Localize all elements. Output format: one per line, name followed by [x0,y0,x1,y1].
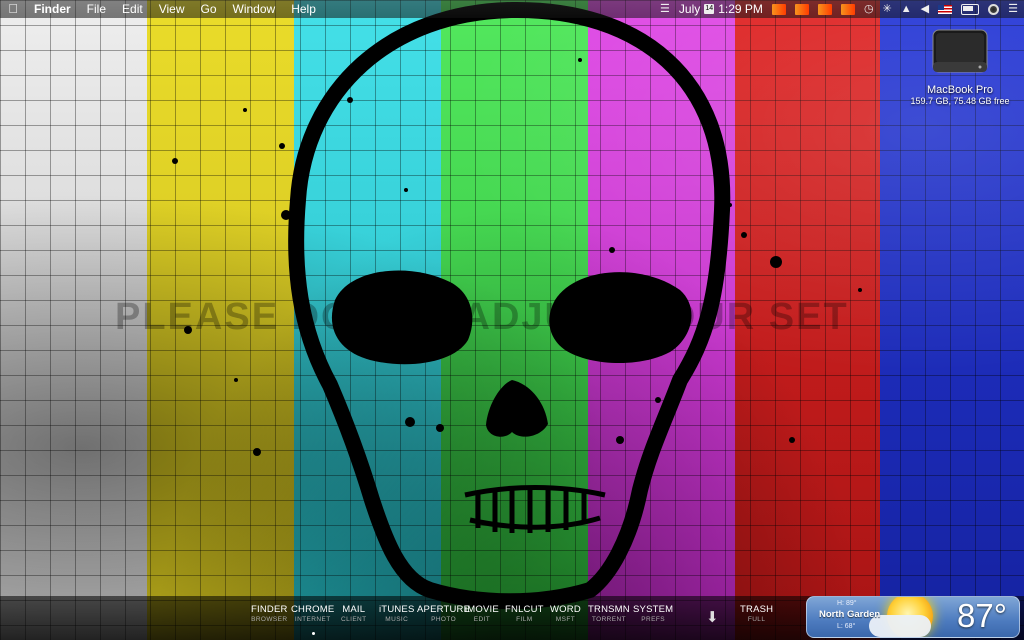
network-meter-icon[interactable] [840,3,855,15]
desktop-drive-icon[interactable]: MacBook Pro 159.7 GB, 75.48 GB free [905,22,1015,106]
battery-icon[interactable] [961,3,980,15]
dock-label: APERTURE [417,604,471,615]
dock-sublabel: MUSIC [385,616,409,623]
dock-item-fnlcut[interactable]: FNLCUT FILM [505,604,544,623]
dock-sublabel: PREFS [641,616,665,623]
dock-sublabel: BROWSER [251,616,288,623]
dock-item-aperture[interactable]: APERTURE PHOTO [417,604,470,623]
dock-item-chrome[interactable]: CHROME INTERNET [291,604,335,635]
running-indicator [311,632,315,635]
weather-high: H: 89° [837,600,857,607]
menu-edit[interactable]: Edit [114,0,151,18]
weather-low: L: 68° [837,623,856,630]
clock[interactable]: July 14 1:29 PM [679,0,763,18]
wifi-icon[interactable]: ▲ [901,0,912,18]
menu-window[interactable]: Window [225,0,284,18]
cpu-meter-icon[interactable] [771,3,786,15]
menu-go[interactable]: Go [193,0,225,18]
download-arrow-icon[interactable]: ⬇ [706,608,719,626]
drive-info: 159.7 GB, 75.48 GB free [910,96,1010,106]
list-menu-icon[interactable]: ☰ [1008,0,1018,18]
menu-bar:  Finder File Edit View Go Window Help ☰… [0,0,1024,18]
drive-name: MacBook Pro [926,84,994,96]
dock-item-mail[interactable]: MAIL CLIENT [341,604,367,623]
dock-label: FNLCUT [505,604,544,615]
dock-label: TRNSMN [588,604,630,615]
dock-item-finder[interactable]: FINDER BROWSER [251,604,288,623]
dock-label: FINDER [251,604,288,615]
clock-month: July [678,2,701,16]
volume-icon[interactable]: ◀ [921,0,929,18]
dock-item-itunes[interactable]: iTUNES MUSIC [379,604,415,623]
dock-item-system[interactable]: SYSTEM PREFS [633,604,673,623]
bluetooth-icon[interactable]: ✳ [883,0,892,18]
calendar-icon: 14 [704,4,715,14]
dock-label: TRASH [740,604,774,615]
hard-drive-icon [931,22,989,80]
menu-help[interactable]: Help [283,0,324,18]
dock-label: CHROME [291,604,335,615]
menu-file[interactable]: File [79,0,114,18]
menu-view[interactable]: View [151,0,193,18]
menu-finder[interactable]: Finder [26,0,79,18]
dock-sublabel: FILM [516,616,533,623]
clock-time: 1:29 PM [718,2,763,16]
spotlight-icon[interactable] [988,3,1000,15]
dock-sublabel: INTERNET [294,616,331,623]
dock-label: SYSTEM [633,604,674,615]
input-flag-icon[interactable] [938,4,953,14]
desktop-wallpaper: PLEASE DO NOT ADJUST YOUR SET [0,0,1024,640]
dock-item-imovie[interactable]: iMOVIE EDIT [465,604,499,623]
skull-graphic [172,1,862,610]
dock-sublabel: CLIENT [341,616,367,623]
dock-sublabel: TORRENT [591,616,626,623]
status-menu-area: ☰ July 14 1:29 PM ◷ ✳ ▲ ◀ ☰ [660,0,1018,18]
dock-item-trnsmn[interactable]: TRNSMN TORRENT [588,604,630,623]
weather-temperature: 87° [957,597,1007,634]
dock-label: WORD [550,604,581,615]
apple-logo-icon[interactable]:  [0,0,26,18]
dock-label: iTUNES [379,604,415,615]
dock-item-word[interactable]: WORD MSFT [550,604,581,623]
time-machine-icon[interactable]: ◷ [864,0,874,18]
dock-sublabel: EDIT [473,616,491,623]
dock-sublabel: MSFT [555,616,576,623]
weather-widget[interactable]: H: 89° North Garden L: 68° 87° [806,596,1020,638]
dock-label: MAIL [342,604,366,615]
weather-location: North Garden [819,609,881,620]
list-icon[interactable]: ☰ [660,0,670,18]
dock-sublabel: PHOTO [431,616,457,623]
dock-sublabel: FULL [747,616,766,623]
dock-item-trash[interactable]: TRASH FULL [740,604,773,623]
memory-meter-icon[interactable] [794,3,809,15]
disk-meter-icon[interactable] [817,3,832,15]
dock-label: iMOVIE [465,604,499,615]
